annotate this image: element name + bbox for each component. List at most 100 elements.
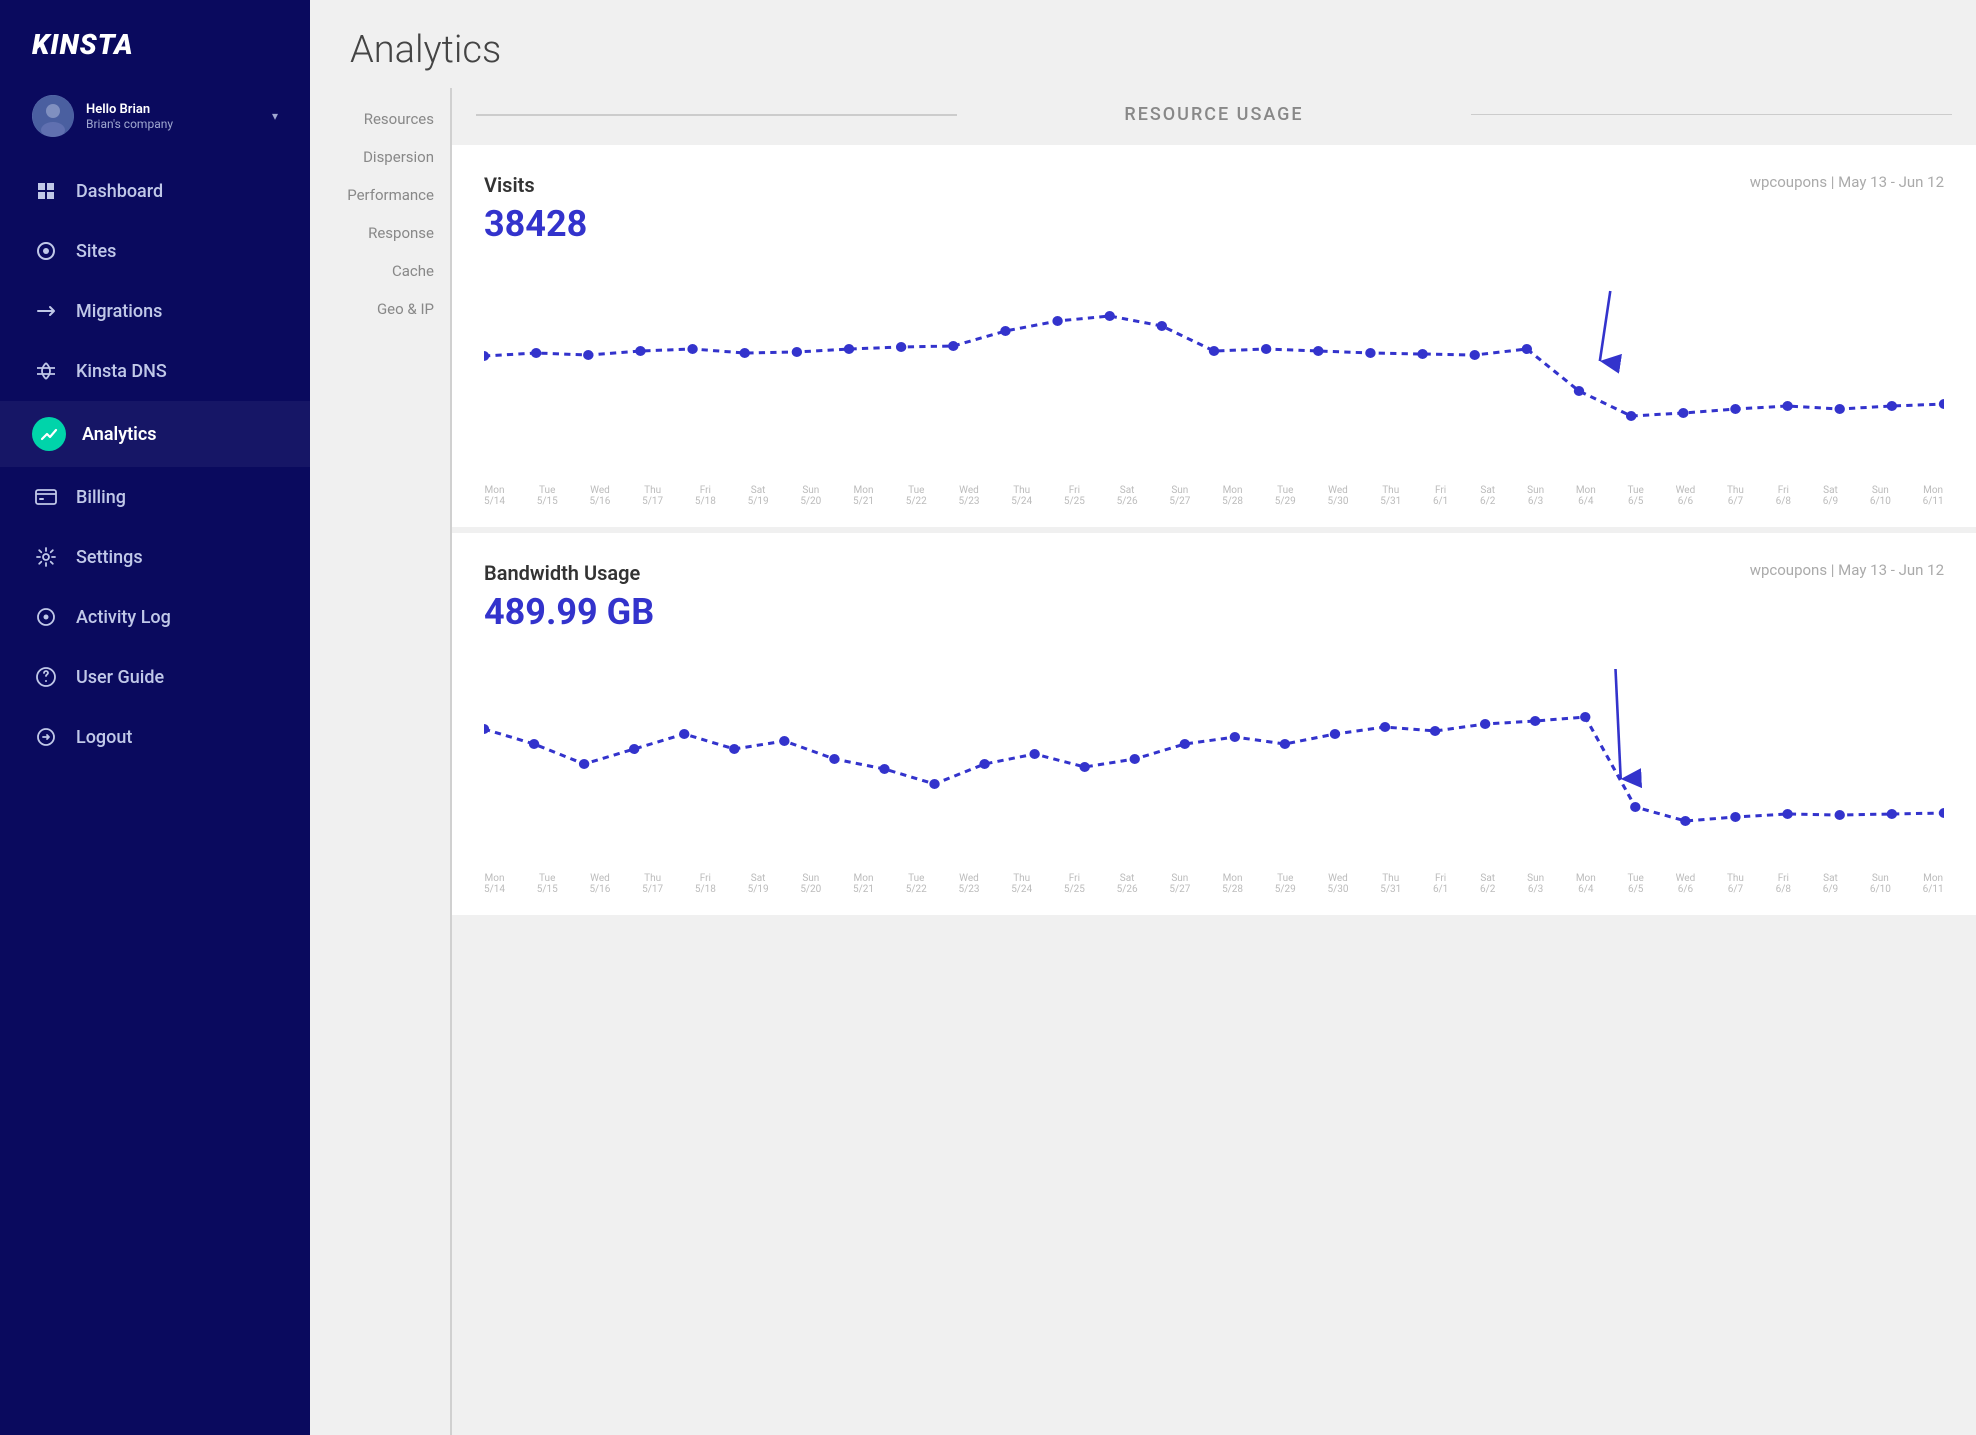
sidebar-item-activity-log[interactable]: Activity Log: [0, 587, 310, 647]
sidebar-item-migrations[interactable]: Migrations: [0, 281, 310, 341]
sidebar-item-label: Analytics: [82, 424, 157, 445]
page-title: Analytics: [350, 28, 1936, 72]
bandwidth-chart-header: Bandwidth Usage wpcoupons | May 13 - Jun…: [484, 561, 1944, 585]
x-label: Sun5/27: [1169, 873, 1190, 895]
x-label: Mon6/11: [1923, 485, 1944, 507]
sidebar-item-kinsta-dns[interactable]: Kinsta DNS: [0, 341, 310, 401]
sidebar-item-label: Billing: [76, 487, 126, 508]
x-label: Fri6/8: [1776, 485, 1791, 507]
sidebar: KINSTA Hello Brian Brian's company ▾ Das…: [0, 0, 310, 1435]
x-label: Wed5/30: [1328, 873, 1349, 895]
resource-usage-header: RESOURCE USAGE: [452, 88, 1976, 141]
x-label: Sat5/19: [748, 485, 769, 507]
resource-usage-title: RESOURCE USAGE: [973, 104, 1454, 125]
x-label: Thu5/24: [1011, 873, 1032, 895]
bandwidth-chart-title: Bandwidth Usage: [484, 561, 640, 585]
logout-icon: [32, 723, 60, 751]
x-label: Tue5/29: [1275, 485, 1296, 507]
x-label: Sun6/10: [1870, 873, 1891, 895]
bandwidth-chart-subtitle: wpcoupons | May 13 - Jun 12: [1750, 561, 1944, 579]
visits-chart-subtitle: wpcoupons | May 13 - Jun 12: [1750, 173, 1944, 191]
x-label: Tue6/5: [1628, 873, 1644, 895]
visits-chart-header: Visits wpcoupons | May 13 - Jun 12: [484, 173, 1944, 197]
x-label: Sat5/26: [1117, 485, 1138, 507]
user-section[interactable]: Hello Brian Brian's company ▾: [0, 85, 310, 161]
activity-log-icon: [32, 603, 60, 631]
x-label: Tue6/5: [1628, 485, 1644, 507]
x-label: Wed6/6: [1676, 485, 1696, 507]
header-divider-right: [1471, 114, 1952, 115]
sidebar-item-dashboard[interactable]: Dashboard: [0, 161, 310, 221]
chevron-down-icon[interactable]: ▾: [272, 109, 278, 123]
x-label: Fri5/18: [695, 485, 716, 507]
x-label: Fri6/1: [1433, 485, 1448, 507]
x-label: Fri5/25: [1064, 873, 1085, 895]
x-label: Wed6/6: [1676, 873, 1696, 895]
x-label: Fri5/18: [695, 873, 716, 895]
main-nav: Dashboard Sites Migrations: [0, 161, 310, 1435]
x-label: Mon5/21: [853, 485, 874, 507]
content-area: Resources Dispersion Performance Respons…: [310, 88, 1976, 1435]
sidebar-item-billing[interactable]: Billing: [0, 467, 310, 527]
x-label: Sun5/20: [800, 485, 821, 507]
x-label: Sat5/26: [1117, 873, 1138, 895]
x-label: Mon5/28: [1222, 873, 1243, 895]
sidebar-item-label: Sites: [76, 241, 116, 262]
visits-chart-title: Visits: [484, 173, 535, 197]
sidebar-item-sites[interactable]: Sites: [0, 221, 310, 281]
dashboard-icon: [32, 177, 60, 205]
sidebar-item-label: User Guide: [76, 667, 164, 688]
user-greeting: Hello Brian: [86, 102, 260, 117]
x-label: Sat5/19: [748, 873, 769, 895]
x-label: Sat6/9: [1823, 485, 1838, 507]
x-label: Tue5/22: [906, 873, 927, 895]
sidebar-item-user-guide[interactable]: User Guide: [0, 647, 310, 707]
x-label: Tue5/15: [537, 485, 558, 507]
sidebar-item-logout[interactable]: Logout: [0, 707, 310, 767]
x-label: Wed5/16: [589, 873, 610, 895]
x-label: Thu6/7: [1727, 873, 1744, 895]
x-label: Wed5/23: [958, 485, 979, 507]
main-content: Analytics Resources Dispersion Performan…: [310, 0, 1976, 1435]
visits-x-labels: Mon5/14 Tue5/15 Wed5/16 Thu5/17 Fri5/18 …: [484, 485, 1944, 507]
x-label: Mon5/21: [853, 873, 874, 895]
x-label: Sun6/10: [1870, 485, 1891, 507]
x-label: Mon5/28: [1222, 485, 1243, 507]
x-label: Mon5/14: [484, 873, 505, 895]
sidebar-item-settings[interactable]: Settings: [0, 527, 310, 587]
billing-icon: [32, 483, 60, 511]
x-label: Mon5/14: [484, 485, 505, 507]
sidebar-item-label: Dashboard: [76, 181, 163, 202]
x-label: Fri5/25: [1064, 485, 1085, 507]
sub-nav-item-cache[interactable]: Cache: [310, 252, 450, 290]
x-label: Sun5/20: [800, 873, 821, 895]
sidebar-item-label: Settings: [76, 547, 143, 568]
page-header: Analytics: [310, 0, 1976, 88]
x-label: Wed5/16: [589, 485, 610, 507]
sub-nav-item-resources[interactable]: Resources: [310, 100, 450, 138]
bandwidth-x-labels: Mon5/14 Tue5/15 Wed5/16 Thu5/17 Fri5/18 …: [484, 873, 1944, 895]
sidebar-item-label: Kinsta DNS: [76, 361, 167, 382]
x-label: Sat6/9: [1823, 873, 1838, 895]
x-label: Thu5/17: [642, 873, 663, 895]
sidebar-item-label: Migrations: [76, 301, 162, 322]
user-company: Brian's company: [86, 117, 260, 131]
user-info: Hello Brian Brian's company: [86, 102, 260, 131]
sub-nav-item-performance[interactable]: Performance: [310, 176, 450, 214]
x-label: Mon6/11: [1923, 873, 1944, 895]
x-label: Tue5/15: [537, 873, 558, 895]
sub-nav-item-geo-ip[interactable]: Geo & IP: [310, 290, 450, 328]
visits-chart-card: Visits wpcoupons | May 13 - Jun 12 38428: [452, 145, 1976, 527]
x-label: Tue5/29: [1275, 873, 1296, 895]
sub-nav-item-dispersion[interactable]: Dispersion: [310, 138, 450, 176]
sidebar-item-analytics[interactable]: Analytics: [0, 401, 310, 467]
migrations-icon: [32, 297, 60, 325]
user-guide-icon: [32, 663, 60, 691]
x-label: Thu5/17: [642, 485, 663, 507]
sidebar-item-label: Activity Log: [76, 607, 171, 628]
x-label: Fri6/8: [1776, 873, 1791, 895]
bandwidth-chart-value: 489.99 GB: [484, 591, 1944, 633]
x-label: Thu6/7: [1727, 485, 1744, 507]
sub-nav-item-response[interactable]: Response: [310, 214, 450, 252]
x-label: Mon6/4: [1576, 873, 1596, 895]
